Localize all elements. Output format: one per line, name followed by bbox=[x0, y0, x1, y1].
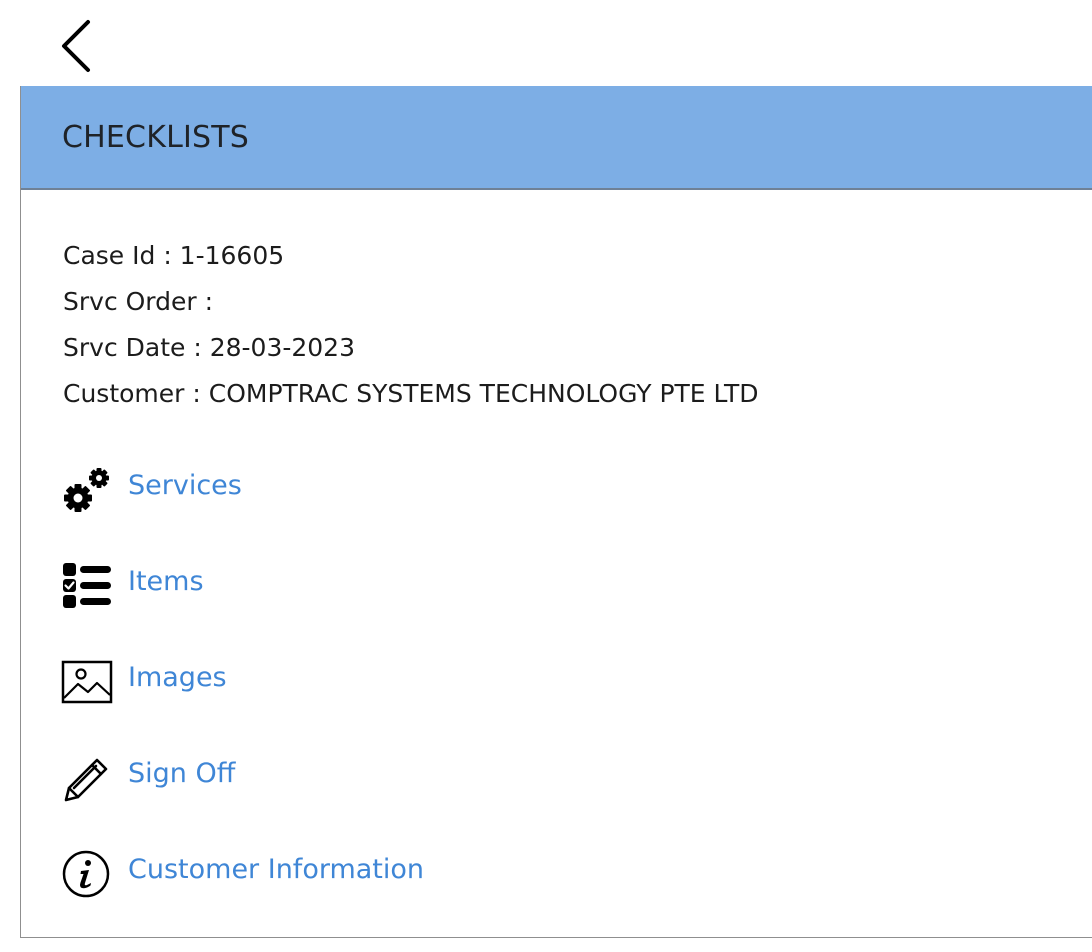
card-header: CHECKLISTS bbox=[21, 86, 1092, 190]
gears-icon bbox=[61, 464, 113, 516]
menu-label-services: Services bbox=[128, 470, 242, 501]
image-icon bbox=[61, 656, 113, 708]
menu-label-items: Items bbox=[128, 566, 204, 597]
case-id-text: Case Id : 1-16605 bbox=[63, 241, 285, 270]
back-button[interactable] bbox=[56, 18, 100, 74]
menu-label-sign-off: Sign Off bbox=[128, 758, 236, 789]
menu-label-customer-information: Customer Information bbox=[128, 854, 425, 885]
srvc-order-text: Srvc Order : bbox=[63, 287, 214, 316]
page-title: CHECKLISTS bbox=[62, 120, 250, 155]
customer-text: Customer : COMPTRAC SYSTEMS TECHNOLOGY P… bbox=[63, 379, 759, 408]
case-details: Case Id : 1-16605 Srvc Order : Srvc Date… bbox=[63, 236, 759, 420]
menu-label-images: Images bbox=[128, 662, 227, 693]
chevron-left-icon bbox=[62, 20, 90, 72]
checklist-card: CHECKLISTS Case Id : 1-16605 Srvc Order … bbox=[20, 86, 1092, 938]
pencil-icon bbox=[61, 752, 113, 804]
info-circle-icon bbox=[61, 848, 113, 900]
checklist-icon bbox=[61, 560, 113, 612]
srvc-date-text: Srvc Date : 28-03-2023 bbox=[63, 333, 355, 362]
checklists-screen: CHECKLISTS Case Id : 1-16605 Srvc Order … bbox=[0, 0, 1092, 952]
